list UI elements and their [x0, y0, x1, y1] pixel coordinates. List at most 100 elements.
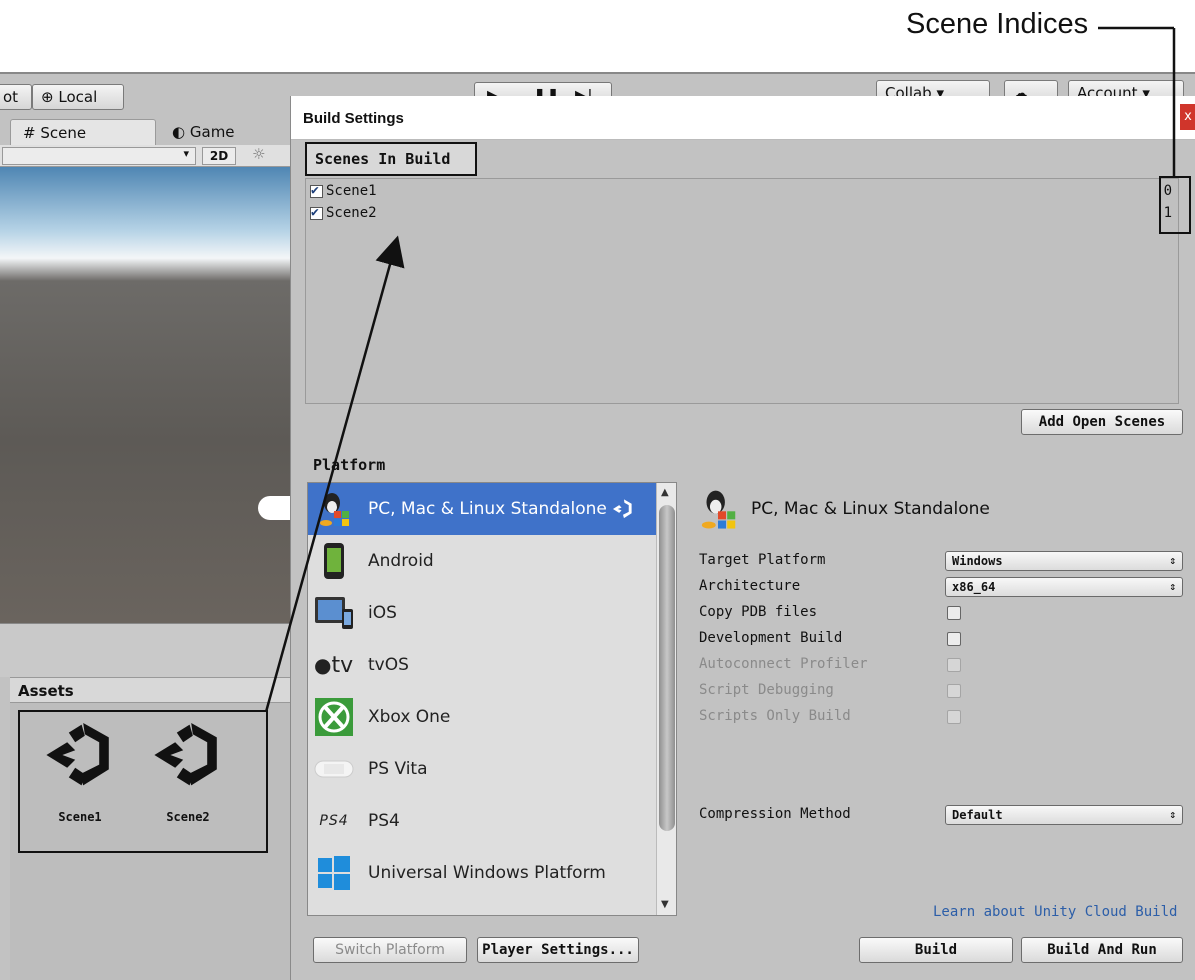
scene-indices-annotation: Scene Indices	[906, 8, 1089, 40]
autoconnect-profiler-label: Autoconnect Profiler	[699, 656, 868, 672]
xbox-icon	[314, 697, 354, 737]
platform-name: Xbox One	[368, 707, 451, 727]
architecture-label: Architecture	[699, 578, 801, 594]
platform-item-uwp[interactable]: Universal Windows Platform	[308, 847, 656, 899]
local-globe-icon: ⊕	[41, 88, 54, 106]
development-build-label: Development Build	[699, 630, 843, 646]
platform-scrollbar[interactable]: ▲ ▼	[656, 483, 676, 915]
html5-icon	[314, 905, 354, 915]
scene-checkbox[interactable]	[310, 181, 323, 201]
unity-current-platform-icon	[612, 499, 632, 519]
compression-method-dropdown[interactable]: Default ⇕	[945, 805, 1183, 825]
dropdown-arrows-icon: ⇕	[1169, 580, 1176, 593]
architecture-dropdown[interactable]: x86_64 ⇕	[945, 577, 1183, 597]
scenes-in-build-list[interactable]: Scene1 Scene2 0 1	[305, 178, 1179, 404]
scene-name: Scene2	[326, 205, 377, 221]
dropdown-arrow-icon: ▾	[183, 147, 189, 160]
pivot-label: ot	[3, 88, 19, 106]
scene-name: Scene1	[326, 183, 377, 199]
window-titlebar[interactable]: Build Settings x	[291, 96, 1195, 140]
game-icon: ◐	[172, 123, 186, 141]
platform-label: Platform	[313, 456, 386, 474]
platform-name: tvOS	[368, 655, 409, 675]
scene-gizmo-cloud-icon	[258, 496, 292, 520]
platform-item-android[interactable]: Android	[308, 535, 656, 587]
scene-row[interactable]: Scene1	[310, 181, 377, 201]
grid-icon: #	[23, 124, 36, 142]
platform-name: Universal Windows Platform	[368, 863, 606, 883]
tab-scene[interactable]: # Scene	[10, 119, 156, 145]
dropdown-arrows-icon: ⇕	[1169, 554, 1176, 567]
scroll-thumb[interactable]	[659, 505, 675, 831]
pivot-toggle-button[interactable]: ot	[0, 84, 32, 110]
compression-method-label: Compression Method	[699, 806, 851, 822]
target-platform-label: Target Platform	[699, 552, 826, 568]
scenes-in-build-header: Scenes In Build	[305, 142, 477, 176]
panel-divider	[0, 623, 290, 677]
tab-game-label: Game	[189, 123, 235, 141]
appletv-icon: ● tv	[314, 652, 354, 678]
target-platform-dropdown[interactable]: Windows ⇕	[945, 551, 1183, 571]
platform-name: iOS	[368, 603, 397, 623]
switch-platform-button: Switch Platform	[313, 937, 467, 963]
target-platform-value: Windows	[952, 554, 1003, 568]
development-build-checkbox[interactable]	[947, 632, 961, 646]
platform-item-ps4[interactable]: PS4 PS4	[308, 795, 656, 847]
ps4-icon: PS4	[319, 813, 349, 829]
compression-method-value: Default	[952, 808, 1003, 822]
ios-devices-icon	[314, 593, 354, 633]
window-title: Build Settings	[303, 110, 404, 127]
platform-item-psvita[interactable]: PS Vita	[308, 743, 656, 795]
platform-item-ios[interactable]: iOS	[308, 587, 656, 639]
build-and-run-button[interactable]: Build And Run	[1021, 937, 1183, 963]
tab-game[interactable]: ◐ Game	[160, 119, 290, 145]
scene-toolbar: ▾ 2D ☼	[0, 145, 290, 167]
scroll-down-icon[interactable]: ▼	[661, 899, 669, 910]
platform-name: PS Vita	[368, 759, 428, 779]
platform-item-standalone[interactable]: PC, Mac & Linux Standalone	[308, 483, 656, 535]
scroll-up-icon[interactable]: ▲	[661, 487, 669, 498]
standalone-icon	[314, 489, 354, 529]
scripts-only-build-label: Scripts Only Build	[699, 708, 851, 724]
platform-detail-title: PC, Mac & Linux Standalone	[751, 499, 990, 519]
assets-highlight-box	[18, 710, 268, 853]
local-label: Local	[58, 88, 98, 106]
platform-item-xbox[interactable]: Xbox One	[308, 691, 656, 743]
standalone-icon	[701, 490, 736, 529]
copy-pdb-checkbox[interactable]	[947, 606, 961, 620]
android-phone-icon	[314, 541, 354, 581]
script-debugging-label: Script Debugging	[699, 682, 834, 698]
platform-item-tvos[interactable]: ● tv tvOS	[308, 639, 656, 691]
platform-item-webgl[interactable]	[308, 899, 656, 915]
scripts-only-build-checkbox	[947, 710, 961, 724]
windows-icon	[314, 853, 354, 893]
tab-scene-label: Scene	[40, 124, 87, 142]
platform-name: Android	[368, 551, 434, 571]
psvita-icon	[314, 749, 354, 789]
autoconnect-profiler-checkbox	[947, 658, 961, 672]
copy-pdb-label: Copy PDB files	[699, 604, 818, 620]
close-button[interactable]: x	[1180, 104, 1195, 130]
scene-viewport[interactable]	[0, 167, 290, 623]
add-open-scenes-button[interactable]: Add Open Scenes	[1021, 409, 1183, 435]
build-button[interactable]: Build	[859, 937, 1013, 963]
2d-toggle-button[interactable]: 2D	[202, 147, 236, 165]
player-settings-button[interactable]: Player Settings...	[477, 937, 639, 963]
unity-cloud-build-link[interactable]: Learn about Unity Cloud Build	[933, 904, 1177, 920]
local-toggle-button[interactable]: ⊕ Local	[32, 84, 124, 110]
script-debugging-checkbox	[947, 684, 961, 698]
scene-row[interactable]: Scene2	[310, 203, 377, 223]
scene-indices-highlight-box	[1159, 176, 1191, 234]
architecture-value: x86_64	[952, 580, 996, 594]
platform-name: PS4	[368, 811, 400, 831]
scene-checkbox[interactable]	[310, 203, 323, 223]
assets-header: Assets	[10, 677, 290, 703]
lighting-icon[interactable]: ☼	[252, 145, 265, 163]
draw-mode-dropdown[interactable]: ▾	[2, 147, 196, 165]
build-settings-window: Build Settings x Scenes In Build Scene1 …	[290, 96, 1195, 980]
dropdown-arrows-icon: ⇕	[1169, 808, 1176, 821]
platform-detail-header: PC, Mac & Linux Standalone	[695, 486, 990, 532]
appletv-icon-text: tv	[331, 652, 354, 678]
platform-list[interactable]: PC, Mac & Linux Standalone Android iOS ●…	[307, 482, 677, 916]
platform-name: PC, Mac & Linux Standalone	[368, 499, 607, 519]
